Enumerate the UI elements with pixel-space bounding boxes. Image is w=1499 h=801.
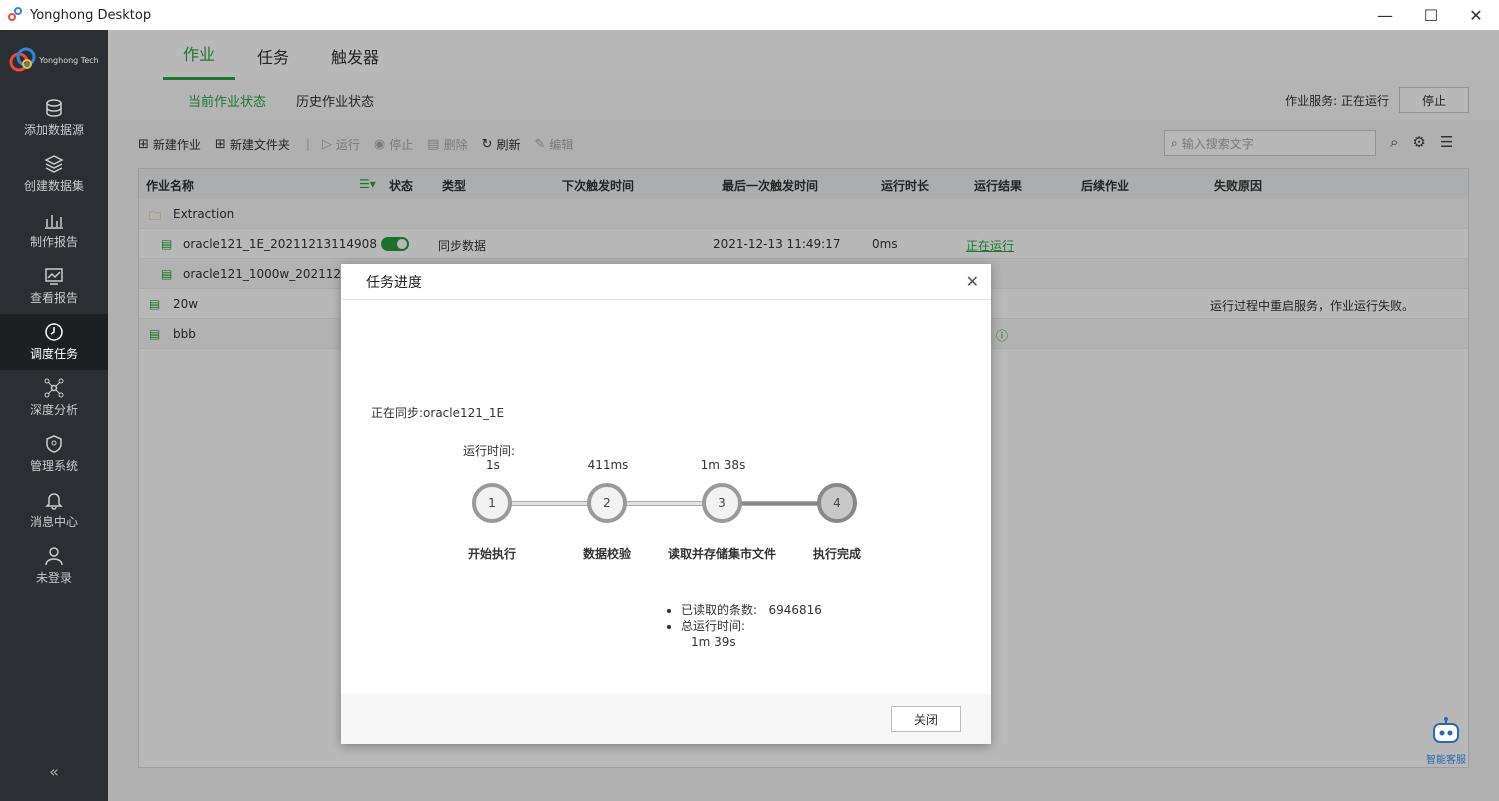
dialog-title: 任务进度: [366, 274, 422, 291]
sidebar-item-deep-analysis[interactable]: 深度分析: [0, 370, 108, 426]
step-label: 开始执行: [467, 547, 516, 561]
step-connector: [511, 501, 591, 506]
sidebar-item-label: 未登录: [35, 571, 72, 585]
maximize-button[interactable]: ☐: [1408, 0, 1454, 30]
step-time: 411ms: [587, 458, 629, 472]
brand-logo: Yonghong Tech: [0, 30, 108, 90]
clock-icon: [45, 323, 63, 341]
chart-icon: [45, 215, 63, 229]
brand-logo-icon: [9, 47, 36, 72]
user-icon: [45, 547, 63, 566]
step-connector: [741, 501, 821, 506]
title-bar: Yonghong Desktop — ☐ ✕: [0, 0, 1499, 30]
sidebar-item-messages[interactable]: 消息中心: [0, 482, 108, 538]
sidebar-item-login[interactable]: 未登录: [0, 538, 108, 594]
sidebar-item-label: 消息中心: [29, 515, 78, 529]
sidebar-item-label: 深度分析: [29, 403, 78, 417]
sidebar-item-label: 管理系统: [29, 459, 78, 473]
step-circle: 3: [702, 483, 742, 523]
report-icon: [45, 268, 63, 285]
dialog-footer: 关闭: [341, 694, 991, 744]
step-circle: 4: [817, 483, 857, 523]
close-icon[interactable]: ✕: [966, 272, 979, 291]
stat-total-time: 总运行时间:1m 39s: [681, 618, 822, 650]
step-circle: 2: [587, 483, 627, 523]
robot-icon: [1433, 717, 1459, 743]
shield-icon: [46, 435, 62, 453]
sidebar-item-label: 调度任务: [29, 347, 78, 361]
sidebar-item-create-dataset[interactable]: 创建数据集: [0, 146, 108, 202]
dialog-header: 任务进度 ✕: [341, 264, 991, 300]
sidebar-item-schedule-task[interactable]: 调度任务: [0, 314, 108, 370]
step-label: 执行完成: [812, 547, 861, 561]
sidebar-item-label: 制作报告: [29, 235, 78, 249]
window-title: Yonghong Desktop: [30, 7, 152, 23]
close-button[interactable]: 关闭: [891, 706, 961, 732]
collapse-sidebar-button[interactable]: «: [0, 762, 108, 781]
close-window-button[interactable]: ✕: [1453, 0, 1499, 30]
network-icon: [44, 378, 64, 398]
read-count-value: 6946816: [768, 603, 822, 617]
step-time: 1s: [486, 458, 500, 472]
bell-icon: [45, 493, 63, 510]
sidebar-item-make-report[interactable]: 制作报告: [0, 202, 108, 258]
step-circle: 1: [472, 483, 512, 523]
sidebar-item-label: 添加数据源: [23, 123, 84, 137]
assistant-label: 智能客服: [1426, 755, 1466, 766]
sidebar-item-label: 创建数据集: [23, 179, 84, 193]
database-icon: [46, 99, 62, 117]
sync-status: 正在同步:oracle121_1E: [371, 406, 505, 420]
sidebar-item-add-datasource[interactable]: 添加数据源: [0, 90, 108, 146]
sidebar-item-label: 查看报告: [29, 291, 78, 305]
stat-read-count: 已读取的条数: 6946816: [681, 602, 822, 618]
app-logo-icon: [8, 7, 24, 23]
step-time: 1m 38s: [700, 458, 746, 472]
runtime-label: 运行时间:: [463, 444, 516, 458]
task-progress-dialog: 任务进度 ✕ 正在同步:oracle121_1E 运行时间: 1s 411ms …: [341, 264, 991, 744]
total-time-value: 1m 39s: [691, 635, 736, 649]
sidebar-item-view-report[interactable]: 查看报告: [0, 258, 108, 314]
step-label: 数据校验: [582, 547, 631, 561]
step-connector: [626, 501, 706, 506]
brand-name: Yonghong Tech: [39, 55, 99, 65]
minimize-button[interactable]: —: [1362, 0, 1408, 30]
layers-icon: [44, 155, 64, 173]
step-label: 读取并存储集市文件: [667, 547, 776, 561]
run-stats: 已读取的条数: 6946816 总运行时间:1m 39s: [681, 602, 822, 650]
assistant-button[interactable]: 智能客服: [1416, 716, 1476, 768]
sidebar-item-admin[interactable]: 管理系统: [0, 426, 108, 482]
sidebar: Yonghong Tech 添加数据源 创建数据集 制作报告 查看报告 调度任务…: [0, 30, 108, 801]
